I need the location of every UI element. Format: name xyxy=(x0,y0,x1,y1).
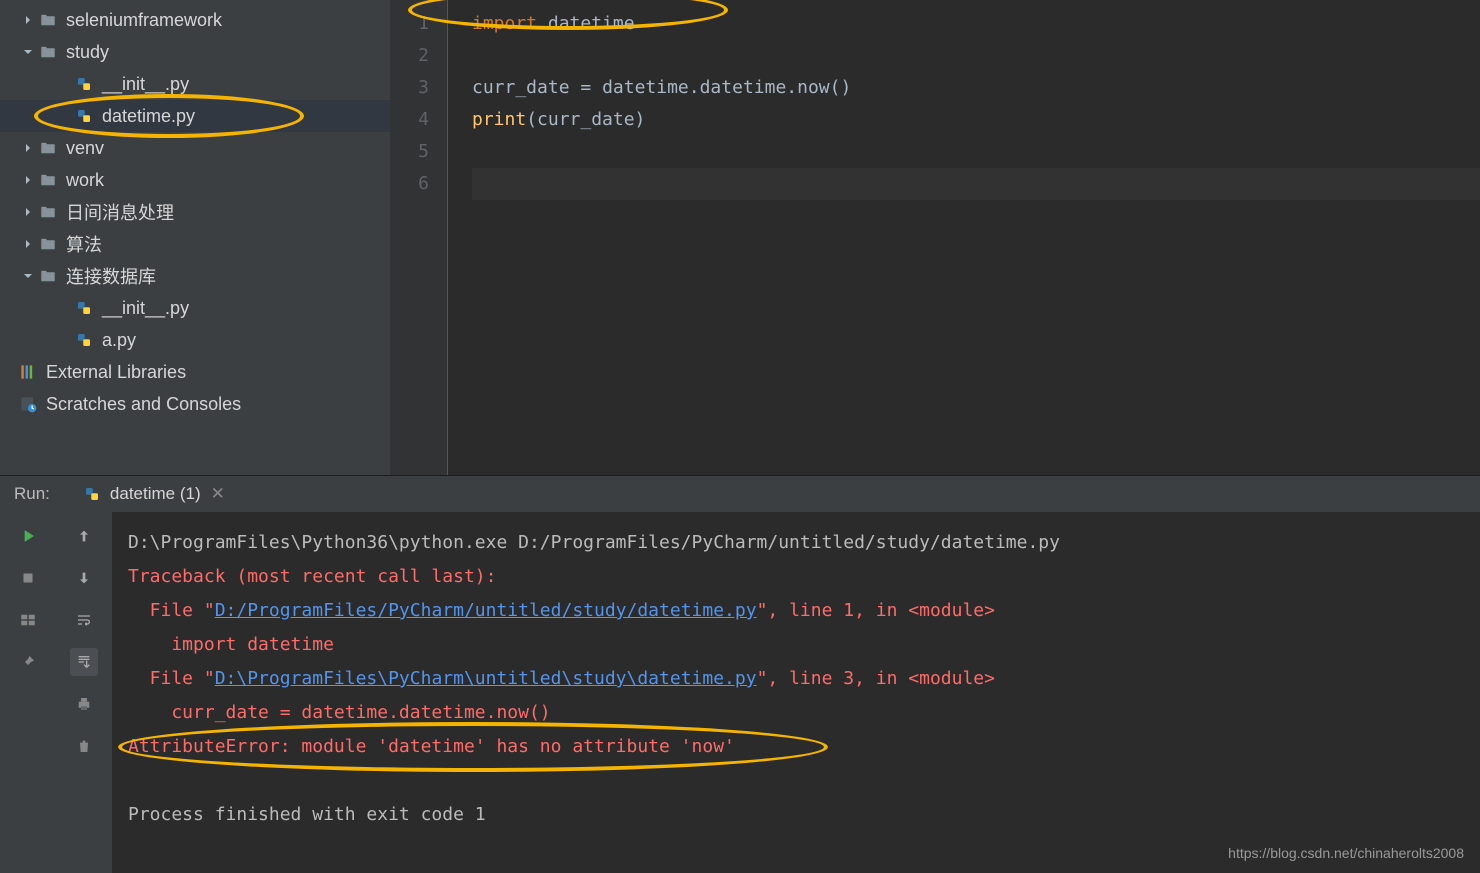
python-icon xyxy=(74,106,94,126)
folder-icon xyxy=(38,138,58,158)
tree-item---init---py[interactable]: __init__.py xyxy=(0,292,390,324)
trash-button[interactable] xyxy=(70,732,98,760)
expand-arrow-icon[interactable] xyxy=(20,236,36,252)
expand-arrow-icon[interactable] xyxy=(20,44,36,60)
code-line[interactable]: import datetime xyxy=(472,8,1480,40)
expand-arrow-icon[interactable] xyxy=(20,12,36,28)
tree-item-label: 连接数据库 xyxy=(66,263,156,289)
console-line: Process finished with exit code 1 xyxy=(128,798,1464,832)
tree-item-label: a.py xyxy=(102,330,136,351)
folder-icon xyxy=(38,170,58,190)
console-line: File "D:/ProgramFiles/PyCharm/untitled/s… xyxy=(128,594,1464,628)
expand-arrow-icon[interactable] xyxy=(20,268,36,284)
tree-item------[interactable]: 连接数据库 xyxy=(0,260,390,292)
line-gutter: 123456 xyxy=(390,0,448,475)
tree-item-venv[interactable]: venv xyxy=(0,132,390,164)
python-icon xyxy=(82,484,102,504)
soft-wrap-button[interactable] xyxy=(70,606,98,634)
pin-button[interactable] xyxy=(14,648,42,676)
project-tree[interactable]: seleniumframeworkstudy__init__.pydatetim… xyxy=(0,0,390,475)
console-line: AttributeError: module 'datetime' has no… xyxy=(128,730,1464,764)
code-line[interactable]: print(curr_date) xyxy=(472,104,1480,136)
run-tab[interactable]: datetime (1) ✕ xyxy=(74,476,233,512)
file-link[interactable]: D:/ProgramFiles/PyCharm/untitled/study/d… xyxy=(215,600,757,621)
code-line[interactable]: curr_date = datetime.datetime.now() xyxy=(472,72,1480,104)
rerun-button[interactable] xyxy=(14,522,42,550)
run-toolbar-primary xyxy=(0,512,56,873)
run-tab-name: datetime (1) xyxy=(110,484,201,504)
tree-item-label: 算法 xyxy=(66,231,102,257)
folder-icon xyxy=(38,42,58,62)
console-output[interactable]: D:\ProgramFiles\Python36\python.exe D:/P… xyxy=(112,512,1480,873)
tree-item-label: study xyxy=(66,42,109,63)
library-icon xyxy=(18,362,38,382)
tree-item-study[interactable]: study xyxy=(0,36,390,68)
line-number[interactable]: 3 xyxy=(390,72,429,104)
folder-icon xyxy=(38,234,58,254)
python-icon xyxy=(74,298,94,318)
code-area[interactable]: import datetime curr_date = datetime.date… xyxy=(448,0,1480,475)
tree-item-label: datetime.py xyxy=(102,106,195,127)
console-line xyxy=(128,764,1464,798)
tree-item---init---py[interactable]: __init__.py xyxy=(0,68,390,100)
editor: 123456 import datetime curr_date = dateti… xyxy=(390,0,1480,475)
tree-item-label: venv xyxy=(66,138,104,159)
expand-arrow-icon[interactable] xyxy=(20,204,36,220)
scroll-to-end-button[interactable] xyxy=(70,648,98,676)
stop-button[interactable] xyxy=(14,564,42,592)
tree-item---[interactable]: 算法 xyxy=(0,228,390,260)
run-toolbar-secondary xyxy=(56,512,112,873)
layout-button[interactable] xyxy=(14,606,42,634)
tree-item-label: __init__.py xyxy=(102,298,189,319)
tree-item-External-Libraries[interactable]: External Libraries xyxy=(0,356,390,388)
tree-item-label: 日间消息处理 xyxy=(66,199,174,225)
folder-icon xyxy=(38,10,58,30)
run-label: Run: xyxy=(14,484,50,504)
line-number[interactable]: 6 xyxy=(390,168,429,200)
line-number[interactable]: 5 xyxy=(390,136,429,168)
console-line: curr_date = datetime.datetime.now() xyxy=(128,696,1464,730)
code-line[interactable] xyxy=(472,40,1480,72)
file-link[interactable]: D:\ProgramFiles\PyCharm\untitled\study\d… xyxy=(215,668,757,689)
tree-item-label: __init__.py xyxy=(102,74,189,95)
console-line: Traceback (most recent call last): xyxy=(128,560,1464,594)
folder-icon xyxy=(38,202,58,222)
down-button[interactable] xyxy=(70,564,98,592)
console-line: File "D:\ProgramFiles\PyCharm\untitled\s… xyxy=(128,662,1464,696)
console-line: import datetime xyxy=(128,628,1464,662)
line-number[interactable]: 1 xyxy=(390,8,429,40)
tree-item-Scratches-and-Consoles[interactable]: Scratches and Consoles xyxy=(0,388,390,420)
tree-item-work[interactable]: work xyxy=(0,164,390,196)
print-button[interactable] xyxy=(70,690,98,718)
tree-item-seleniumframework[interactable]: seleniumframework xyxy=(0,4,390,36)
line-number[interactable]: 4 xyxy=(390,104,429,136)
folder-icon xyxy=(38,266,58,286)
tree-item-label: work xyxy=(66,170,104,191)
python-icon xyxy=(74,74,94,94)
up-button[interactable] xyxy=(70,522,98,550)
python-icon xyxy=(74,330,94,350)
code-line[interactable] xyxy=(472,136,1480,168)
console-line: D:\ProgramFiles\Python36\python.exe D:/P… xyxy=(128,526,1464,560)
scratch-icon xyxy=(18,394,38,414)
line-number[interactable]: 2 xyxy=(390,40,429,72)
tree-item-label: seleniumframework xyxy=(66,10,222,31)
tree-item-label: External Libraries xyxy=(46,362,186,383)
tree-item-a-py[interactable]: a.py xyxy=(0,324,390,356)
expand-arrow-icon[interactable] xyxy=(20,172,36,188)
tree-item-datetime-py[interactable]: datetime.py xyxy=(0,100,390,132)
code-line[interactable] xyxy=(472,168,1480,200)
expand-arrow-icon[interactable] xyxy=(20,140,36,156)
tree-item-------[interactable]: 日间消息处理 xyxy=(0,196,390,228)
watermark: https://blog.csdn.net/chinaherolts2008 xyxy=(1228,845,1464,861)
run-panel: Run: datetime (1) ✕ D:\ProgramFiles\Pyth… xyxy=(0,475,1480,873)
close-icon[interactable]: ✕ xyxy=(211,484,225,504)
tree-item-label: Scratches and Consoles xyxy=(46,394,241,415)
run-header: Run: datetime (1) ✕ xyxy=(0,476,1480,512)
